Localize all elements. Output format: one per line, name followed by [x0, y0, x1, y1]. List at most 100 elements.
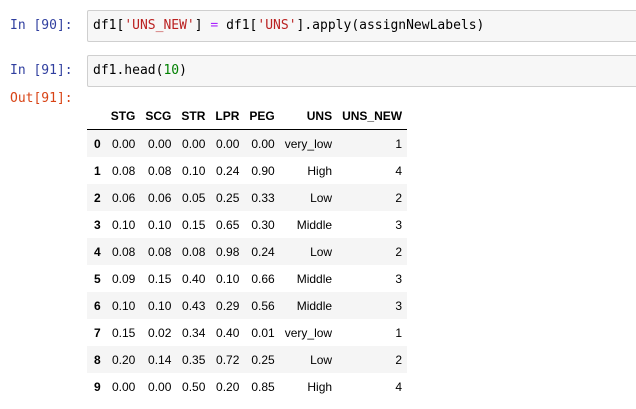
table-cell: 0.98: [216, 244, 240, 259]
input-prompt: In [91]:: [10, 63, 73, 78]
table-cell: 0.02: [148, 325, 172, 340]
table-cell: 0.15: [112, 325, 136, 340]
table-cell: 0.40: [216, 325, 240, 340]
row-index: 3: [94, 217, 101, 232]
code-line: df1.head(10): [93, 63, 187, 78]
table-cell: 2: [395, 190, 403, 205]
table-cell: 0.06: [112, 190, 136, 205]
table-cell: 0.08: [182, 244, 206, 259]
table-cell: 0.35: [182, 352, 206, 367]
table-cell: 3: [395, 298, 403, 313]
column-header: STR: [176, 103, 211, 130]
code-input[interactable]: df1.head(10): [87, 55, 636, 87]
table-row: 1 0.08 0.08 0.10 0.24 0.90 High 4: [87, 157, 408, 184]
table-cell: 0.01: [251, 325, 275, 340]
table-cell: very_low: [284, 136, 333, 151]
table-cell: 0.06: [148, 190, 172, 205]
table-cell: 3: [395, 271, 403, 286]
table-cell: 0.40: [182, 271, 206, 286]
table-cell: 0.00: [182, 136, 206, 151]
table-cell: 4: [395, 163, 403, 178]
row-index: 0: [94, 136, 101, 151]
table-cell: 0.25: [216, 190, 240, 205]
table-cell: Middle: [296, 217, 333, 232]
table-cell: 0.10: [148, 298, 172, 313]
table-cell: 0.66: [251, 271, 275, 286]
table-cell: 0.00: [216, 136, 240, 151]
table-cell: 3: [395, 217, 403, 232]
table-cell: Low: [310, 190, 333, 205]
column-header: LPR: [210, 103, 245, 130]
table-cell: 0.56: [251, 298, 275, 313]
table-cell: 0.90: [251, 163, 275, 178]
row-index: 4: [94, 244, 101, 259]
table-row: 3 0.10 0.10 0.15 0.65 0.30 Middle 3: [87, 211, 408, 238]
table-cell: 0.24: [216, 163, 240, 178]
table-cell: 0.34: [182, 325, 206, 340]
table-cell: 0.00: [148, 136, 172, 151]
table-cell: Middle: [296, 271, 333, 286]
row-index: 5: [94, 271, 101, 286]
table-cell: 0.10: [148, 217, 172, 232]
input-prompt: In [90]:: [10, 18, 73, 33]
table-cell: 0.25: [251, 352, 275, 367]
table-cell: 0.00: [112, 379, 136, 394]
table-cell: 0.20: [112, 352, 136, 367]
table-cell: 0.65: [216, 217, 240, 232]
table-body: 0 0.00 0.00 0.00 0.00 0.00 very_low 1 1 0.08 0.08 0…: [87, 129, 408, 400]
table-cell: 0.30: [251, 217, 275, 232]
table-cell: 2: [395, 244, 403, 259]
table-cell: 0.08: [112, 244, 136, 259]
table-row: 8 0.20 0.14 0.35 0.72 0.25 Low 2: [87, 346, 408, 373]
code-line: df1['UNS_NEW'] = df1['UNS'].apply(assign…: [93, 18, 485, 33]
table-row: 0 0.00 0.00 0.00 0.00 0.00 very_low 1: [87, 129, 408, 157]
table-row: 5 0.09 0.15 0.40 0.10 0.66 Middle 3: [87, 265, 408, 292]
index-header: [87, 103, 106, 130]
table-cell: 0.08: [148, 244, 172, 259]
table-row: 4 0.08 0.08 0.08 0.98 0.24 Low 2: [87, 238, 408, 265]
table-row: 9 0.00 0.00 0.50 0.20 0.85 High 4: [87, 373, 408, 400]
table-cell: 1: [395, 325, 403, 340]
code-input[interactable]: df1['UNS_NEW'] = df1['UNS'].apply(assign…: [87, 10, 636, 42]
table-cell: 0.72: [216, 352, 240, 367]
table-cell: 0.10: [112, 298, 136, 313]
table-cell: 0.10: [182, 163, 206, 178]
code-cell-90[interactable]: In [90]: df1['UNS_NEW'] = df1['UNS'].app…: [0, 9, 636, 43]
table-row: 2 0.06 0.06 0.05 0.25 0.33 Low 2: [87, 184, 408, 211]
table-cell: 1: [395, 136, 403, 151]
table-cell: 0.10: [216, 271, 240, 286]
table-cell: 0.09: [112, 271, 136, 286]
table-cell: 0.43: [182, 298, 206, 313]
table-cell: very_low: [284, 325, 333, 340]
code-cell-91[interactable]: In [91]: df1.head(10): [0, 54, 636, 88]
table-cell: 0.20: [216, 379, 240, 394]
column-header: SCG: [140, 103, 177, 130]
column-header: STG: [105, 103, 141, 130]
table-cell: 0.00: [112, 136, 136, 151]
table-cell: 0.05: [182, 190, 206, 205]
table-cell: 4: [395, 379, 403, 394]
table-row: 7 0.15 0.02 0.34 0.40 0.01 very_low 1: [87, 319, 408, 346]
table-cell: Middle: [296, 298, 333, 313]
dataframe-table: STG SCG STR LPR PEG UNS UNS_NEW 0 0.00 0.00 0.00 0…: [87, 103, 408, 400]
column-header: UNS_NEW: [337, 103, 408, 130]
row-index: 7: [94, 325, 101, 340]
table-cell: 0.24: [251, 244, 275, 259]
table-header: STG SCG STR LPR PEG UNS UNS_NEW: [87, 103, 408, 130]
table-cell: 0.10: [112, 217, 136, 232]
row-index: 6: [94, 298, 101, 313]
table-cell: 0.00: [251, 136, 275, 151]
table-cell: 0.15: [148, 271, 172, 286]
row-index: 1: [94, 163, 101, 178]
table-cell: 0.08: [112, 163, 136, 178]
row-index: 9: [94, 379, 101, 394]
table-cell: 0.50: [182, 379, 206, 394]
table-cell: High: [307, 163, 333, 178]
table-cell: 0.85: [251, 379, 275, 394]
table-cell: 2: [395, 352, 403, 367]
table-cell: 0.08: [148, 163, 172, 178]
table-cell: Low: [310, 352, 333, 367]
header-row: STG SCG STR LPR PEG UNS UNS_NEW: [87, 103, 408, 130]
table-cell: High: [307, 379, 333, 394]
table-cell: 0.15: [182, 217, 206, 232]
